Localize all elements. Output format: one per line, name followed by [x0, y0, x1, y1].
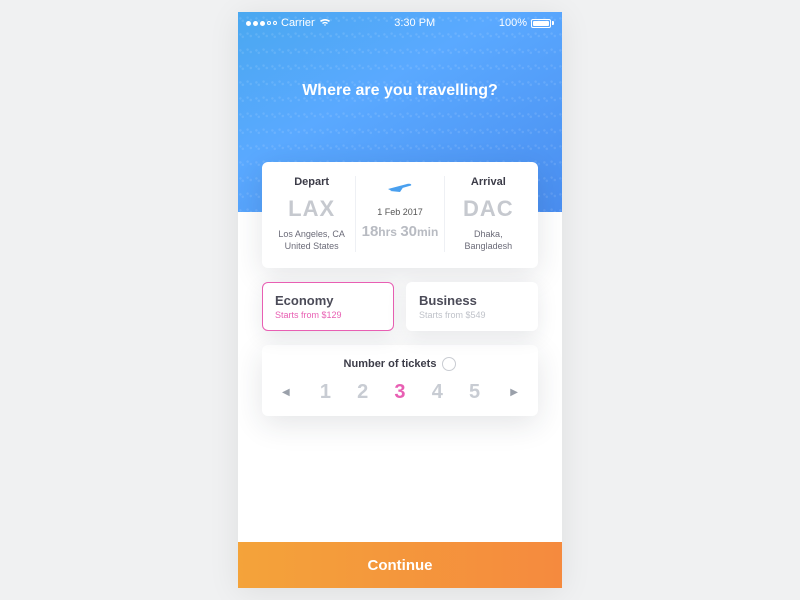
wifi-icon [319, 17, 331, 30]
signal-dots-icon [246, 21, 277, 26]
depart-label: Depart [272, 176, 351, 188]
class-option-economy[interactable]: Economy Starts from $129 [262, 282, 394, 331]
ticket-number-5[interactable]: 5 [469, 381, 480, 404]
arrival-column[interactable]: Arrival DAC Dhaka, Bangladesh [445, 176, 532, 252]
ticket-number-1[interactable]: 1 [320, 381, 331, 404]
chevron-left-icon[interactable]: ◀ [278, 383, 294, 402]
route-card: Depart LAX Los Angeles, CA United States… [262, 162, 538, 268]
class-selector: Economy Starts from $129 Business Starts… [262, 282, 538, 331]
carrier-label: Carrier [281, 17, 315, 29]
tickets-title: Number of tickets [344, 358, 437, 370]
depart-country: United States [272, 240, 351, 252]
chevron-right-icon[interactable]: ▶ [506, 383, 522, 402]
battery-icon [531, 19, 554, 28]
plane-icon [360, 176, 439, 201]
arrival-country: Bangladesh [449, 240, 528, 252]
class-price: Starts from $549 [419, 310, 525, 320]
ticket-number-picker: ◀ 1 2 3 4 5 ▶ [276, 381, 524, 404]
flight-info-column[interactable]: 1 Feb 2017 18hrs 30min [356, 176, 443, 252]
phone-frame: Carrier 3:30 PM 100% Where are you trave… [238, 12, 562, 588]
class-option-business[interactable]: Business Starts from $549 [406, 282, 538, 331]
class-title: Economy [275, 293, 381, 308]
depart-column[interactable]: Depart LAX Los Angeles, CA United States [268, 176, 355, 252]
continue-button[interactable]: Continue [238, 542, 562, 588]
clock: 3:30 PM [394, 17, 435, 29]
arrival-city: Dhaka, [449, 228, 528, 240]
ticket-number-4[interactable]: 4 [432, 381, 443, 404]
arrival-code: DAC [449, 196, 528, 222]
class-title: Business [419, 293, 525, 308]
depart-code: LAX [272, 196, 351, 222]
depart-city: Los Angeles, CA [272, 228, 351, 240]
flight-date: 1 Feb 2017 [360, 207, 439, 217]
flight-duration: 18hrs 30min [360, 223, 439, 240]
battery-percent: 100% [499, 17, 527, 29]
class-price: Starts from $129 [275, 310, 381, 320]
arrival-label: Arrival [449, 176, 528, 188]
status-bar: Carrier 3:30 PM 100% [238, 12, 562, 34]
ticket-number-2[interactable]: 2 [357, 381, 368, 404]
ticket-number-3[interactable]: 3 [394, 381, 405, 404]
help-icon[interactable] [442, 357, 456, 371]
tickets-card: Number of tickets ◀ 1 2 3 4 5 ▶ [262, 345, 538, 416]
